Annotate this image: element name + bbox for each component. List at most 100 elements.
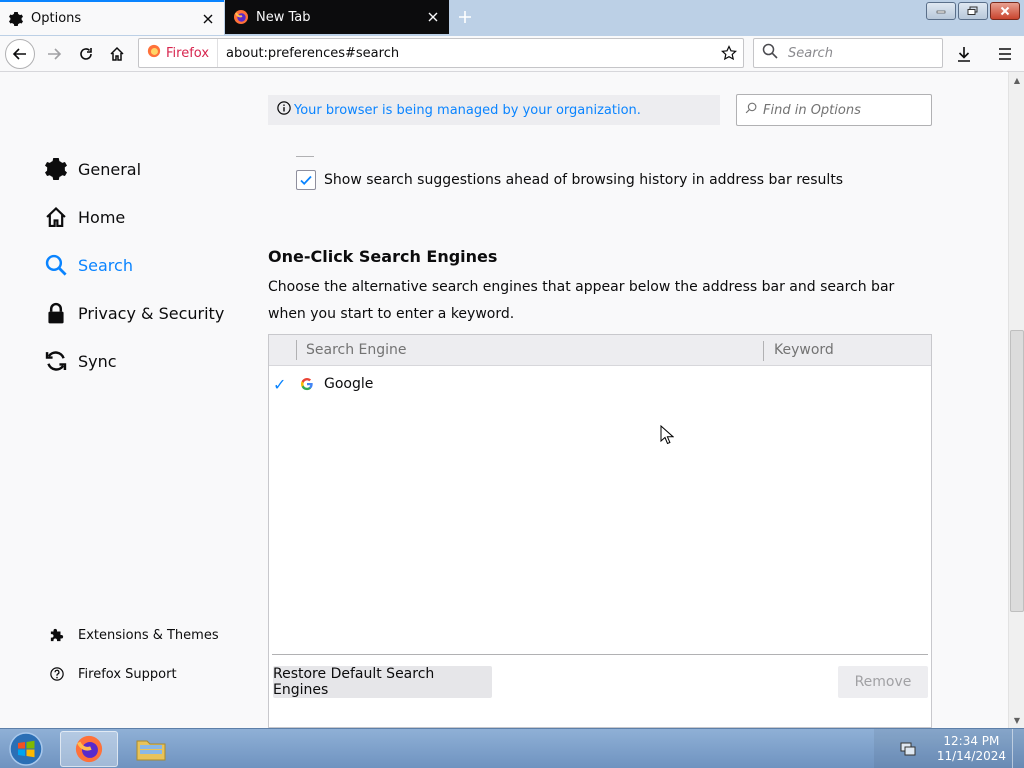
search-bar[interactable]: Search (753, 38, 943, 68)
hamburger-icon (999, 48, 1011, 60)
preferences-page: Your browser is being managed by your or… (0, 72, 1008, 728)
sidebar-footer-label: Extensions & Themes (78, 627, 219, 643)
category-privacy-security[interactable]: Privacy & Security (44, 298, 244, 328)
tab-label: New Tab (256, 9, 311, 25)
column-separator[interactable] (763, 341, 764, 361)
window-controls (926, 2, 1020, 20)
tab-strip: Options New Tab (0, 0, 1024, 36)
show-desktop-button[interactable] (1012, 729, 1024, 768)
restore-default-engines-button[interactable]: Restore Default Search Engines (273, 666, 492, 698)
sync-icon (44, 349, 68, 373)
category-search[interactable]: Search (44, 250, 244, 280)
home-button[interactable] (103, 40, 131, 68)
home-icon (110, 46, 124, 61)
section-description: Choose the alternative search engines th… (268, 279, 895, 322)
close-icon (1000, 6, 1010, 16)
table-header: Search Engine Keyword (269, 335, 931, 366)
plus-icon (459, 11, 471, 23)
scrollbar-thumb[interactable] (1010, 330, 1024, 612)
firefox-logo-icon (233, 9, 249, 25)
system-tray: 12:34 PM 11/14/2024 (874, 729, 1024, 768)
arrow-right-icon (48, 48, 62, 60)
clock[interactable]: 12:34 PM 11/14/2024 (937, 734, 1006, 764)
back-button[interactable] (5, 39, 35, 69)
help-icon (48, 667, 66, 681)
tab-label: Options (31, 11, 82, 26)
search-icon (44, 253, 68, 277)
table-row[interactable]: ✓ Google (269, 366, 931, 402)
address-bar[interactable]: Firefox about:preferences#search (138, 38, 744, 68)
section-divider (296, 156, 314, 157)
button-row-divider (272, 654, 928, 655)
firefox-logo-icon (75, 735, 103, 763)
search-icon (745, 102, 757, 118)
menu-button[interactable] (991, 40, 1019, 68)
identity-label: Firefox (166, 45, 210, 61)
google-logo-icon (300, 377, 314, 395)
reload-icon (80, 48, 92, 60)
close-window-button[interactable] (990, 2, 1020, 20)
identity-box[interactable]: Firefox (139, 39, 219, 67)
vertical-scrollbar[interactable]: ▲ ▼ (1008, 72, 1024, 728)
firefox-logo-icon (147, 44, 161, 62)
arrow-left-icon (12, 48, 26, 60)
search-placeholder: Search (788, 45, 833, 61)
search-suggestions-checkbox[interactable] (296, 170, 316, 190)
tab-options[interactable]: Options (0, 0, 224, 35)
firefox-support-link[interactable]: Firefox Support (48, 662, 177, 686)
enabled-check-icon[interactable]: ✓ (273, 375, 286, 394)
category-label: Search (78, 255, 133, 275)
search-suggestions-option[interactable]: Show search suggestions ahead of browsin… (296, 170, 843, 190)
search-icon (762, 43, 778, 63)
close-tab-icon[interactable] (200, 11, 216, 27)
policy-notice[interactable]: Your browser is being managed by your or… (268, 95, 720, 125)
category-label: Sync (78, 351, 117, 371)
lock-icon (44, 301, 68, 325)
gear-icon (8, 11, 24, 27)
minimize-icon (936, 10, 946, 14)
scroll-down-arrow-icon[interactable]: ▼ (1009, 712, 1024, 728)
find-in-options-input[interactable]: Find in Options (736, 94, 932, 126)
start-button[interactable] (6, 731, 46, 767)
scroll-up-arrow-icon[interactable]: ▲ (1009, 72, 1024, 88)
search-suggestions-label: Show search suggestions ahead of browsin… (324, 172, 844, 188)
category-label: General (78, 159, 142, 179)
restore-button[interactable] (958, 2, 988, 20)
network-icon[interactable] (900, 741, 916, 761)
close-tab-icon[interactable] (425, 9, 441, 25)
taskbar-firefox[interactable] (60, 731, 118, 767)
remove-engine-button[interactable]: Remove (838, 666, 928, 698)
info-icon (277, 101, 291, 119)
minimize-button[interactable] (926, 2, 956, 20)
clock-date: 11/14/2024 (936, 749, 1006, 763)
downloads-button[interactable] (950, 40, 978, 68)
reload-button[interactable] (72, 40, 100, 68)
column-header-search-engine[interactable]: Search Engine (306, 342, 407, 358)
download-icon (958, 47, 970, 62)
windows-logo-icon (9, 732, 43, 766)
mouse-cursor-icon (660, 424, 675, 449)
extensions-themes-link[interactable]: Extensions & Themes (48, 623, 219, 647)
puzzle-icon (48, 628, 66, 642)
engine-name: Google (324, 376, 374, 392)
new-tab-button[interactable] (453, 6, 477, 28)
bookmark-star-icon[interactable] (715, 45, 743, 61)
tab-new-tab[interactable]: New Tab (225, 0, 449, 34)
url-text[interactable]: about:preferences#search (218, 46, 715, 61)
column-header-keyword[interactable]: Keyword (774, 342, 834, 358)
clock-time: 12:34 PM (943, 734, 1000, 748)
home-icon (44, 205, 68, 229)
taskbar-file-explorer[interactable] (122, 731, 180, 767)
enabled-column-header[interactable] (269, 340, 297, 360)
category-label: Home (78, 207, 126, 227)
category-label: Privacy & Security (78, 303, 225, 323)
category-general[interactable]: General (44, 154, 244, 184)
windows-taskbar: 12:34 PM 11/14/2024 (0, 728, 1024, 768)
gear-icon (44, 157, 68, 181)
category-sync[interactable]: Sync (44, 346, 244, 376)
section-title: One-Click Search Engines (268, 247, 498, 266)
folder-icon (136, 740, 166, 761)
forward-button[interactable] (40, 40, 68, 68)
policy-notice-text[interactable]: Your browser is being managed by your or… (294, 103, 641, 118)
category-home[interactable]: Home (44, 202, 244, 232)
